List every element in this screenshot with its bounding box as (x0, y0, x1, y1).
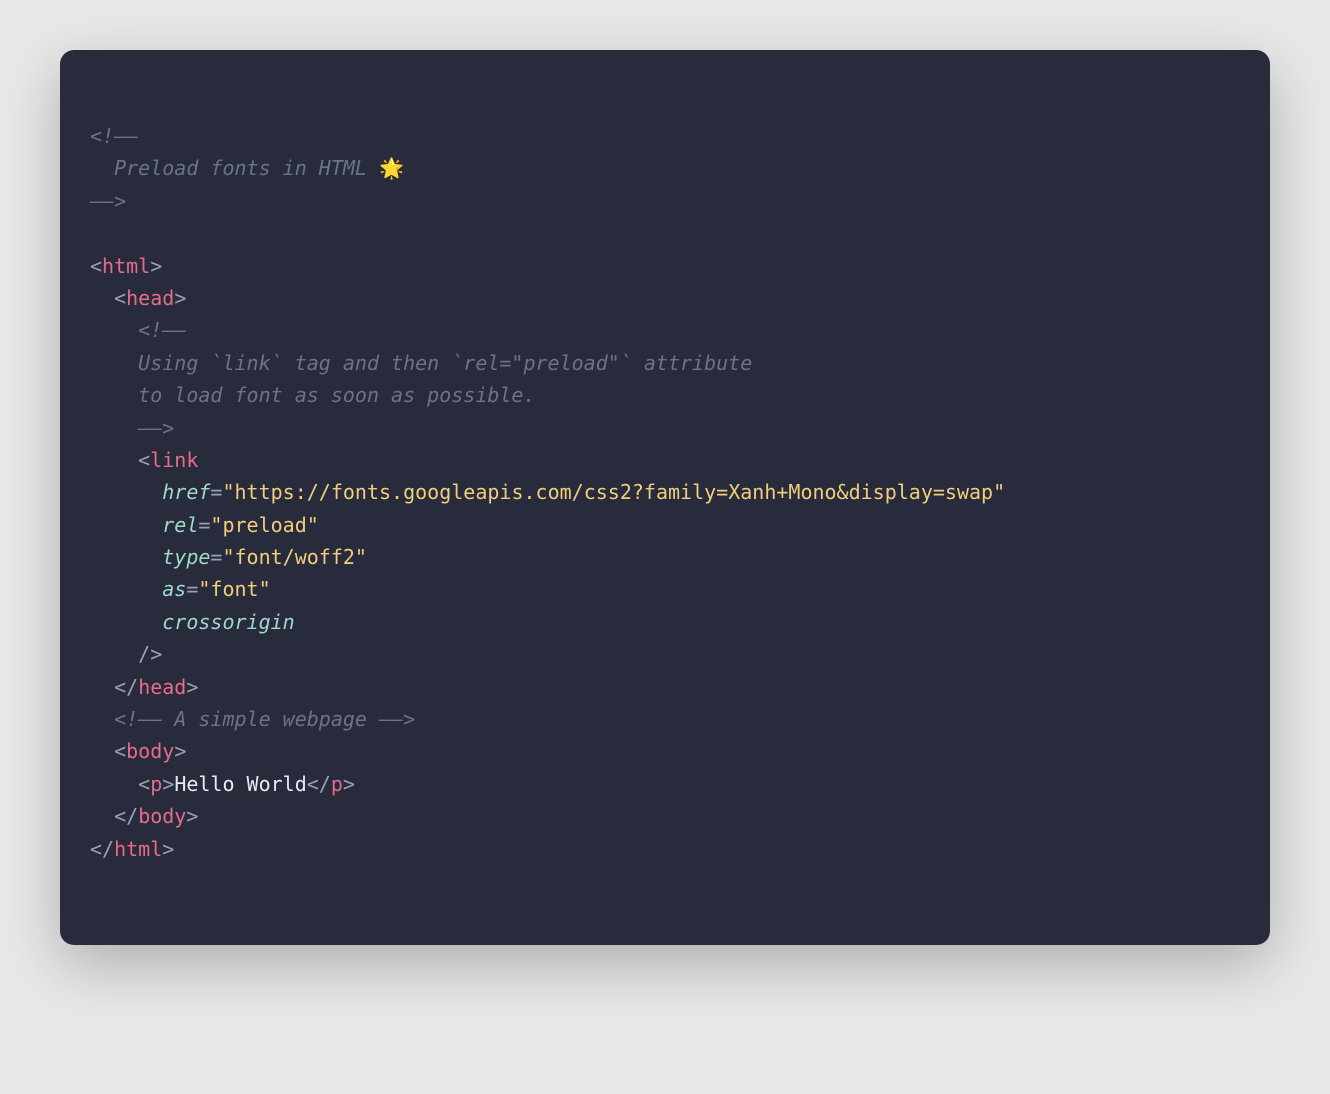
comment-close: ——> (90, 416, 174, 440)
angle-bracket: > (343, 772, 355, 796)
tag-p: p (331, 772, 343, 796)
indent (90, 286, 114, 310)
indent (90, 448, 138, 472)
tag-link: link (150, 448, 198, 472)
indent (90, 318, 138, 342)
tag-body: body (126, 739, 174, 763)
comment-line: Using `link` tag and then `rel="preload"… (90, 351, 752, 375)
angle-bracket: > (186, 675, 198, 699)
indent (90, 513, 162, 537)
comment-inline: <!—— A simple webpage ——> (114, 707, 415, 731)
close-tag: </ (114, 675, 138, 699)
comment-close: ——> (90, 189, 126, 213)
code-panel: <!—— Preload fonts in HTML 🌟 ——> <html> … (60, 50, 1270, 945)
indent (90, 610, 162, 634)
angle-bracket: > (186, 804, 198, 828)
angle-bracket: < (90, 254, 102, 278)
val-rel: "preload" (210, 513, 318, 537)
indent (90, 545, 162, 569)
attr-crossorigin: crossorigin (162, 610, 294, 634)
code-block[interactable]: <!—— Preload fonts in HTML 🌟 ——> <html> … (90, 120, 1240, 865)
comment-open: <!—— (90, 124, 138, 148)
text-hello-world: Hello World (174, 772, 306, 796)
tag-html: html (102, 254, 150, 278)
val-type: "font/woff2" (222, 545, 367, 569)
angle-bracket: < (114, 739, 126, 763)
attr-rel: rel (162, 513, 198, 537)
angle-bracket: > (174, 739, 186, 763)
attr-href: href (162, 480, 210, 504)
indent (90, 772, 138, 796)
emoji-sparkle: 🌟 (379, 156, 404, 180)
self-close: /> (138, 642, 162, 666)
comment-open: <!—— (138, 318, 186, 342)
indent (90, 642, 138, 666)
indent (90, 707, 114, 731)
close-tag: </ (307, 772, 331, 796)
comment-body: Preload fonts in HTML (90, 156, 379, 180)
indent (90, 675, 114, 699)
angle-bracket: > (162, 772, 174, 796)
val-href: "https://fonts.googleapis.com/css2?famil… (222, 480, 1005, 504)
tag-head: head (138, 675, 186, 699)
angle-bracket: > (174, 286, 186, 310)
comment-line: to load font as soon as possible. (90, 383, 536, 407)
angle-bracket: < (138, 772, 150, 796)
equals: = (186, 577, 198, 601)
tag-p: p (150, 772, 162, 796)
indent (90, 739, 114, 763)
tag-body: body (138, 804, 186, 828)
attr-as: as (162, 577, 186, 601)
angle-bracket: > (150, 254, 162, 278)
tag-html: html (114, 837, 162, 861)
indent (90, 804, 114, 828)
angle-bracket: > (162, 837, 174, 861)
indent (90, 480, 162, 504)
angle-bracket: < (138, 448, 150, 472)
equals: = (210, 545, 222, 569)
angle-bracket: < (114, 286, 126, 310)
equals: = (198, 513, 210, 537)
val-as: "font" (198, 577, 270, 601)
equals: = (210, 480, 222, 504)
close-tag: </ (114, 804, 138, 828)
close-tag: </ (90, 837, 114, 861)
indent (90, 577, 162, 601)
attr-type: type (162, 545, 210, 569)
tag-head: head (126, 286, 174, 310)
